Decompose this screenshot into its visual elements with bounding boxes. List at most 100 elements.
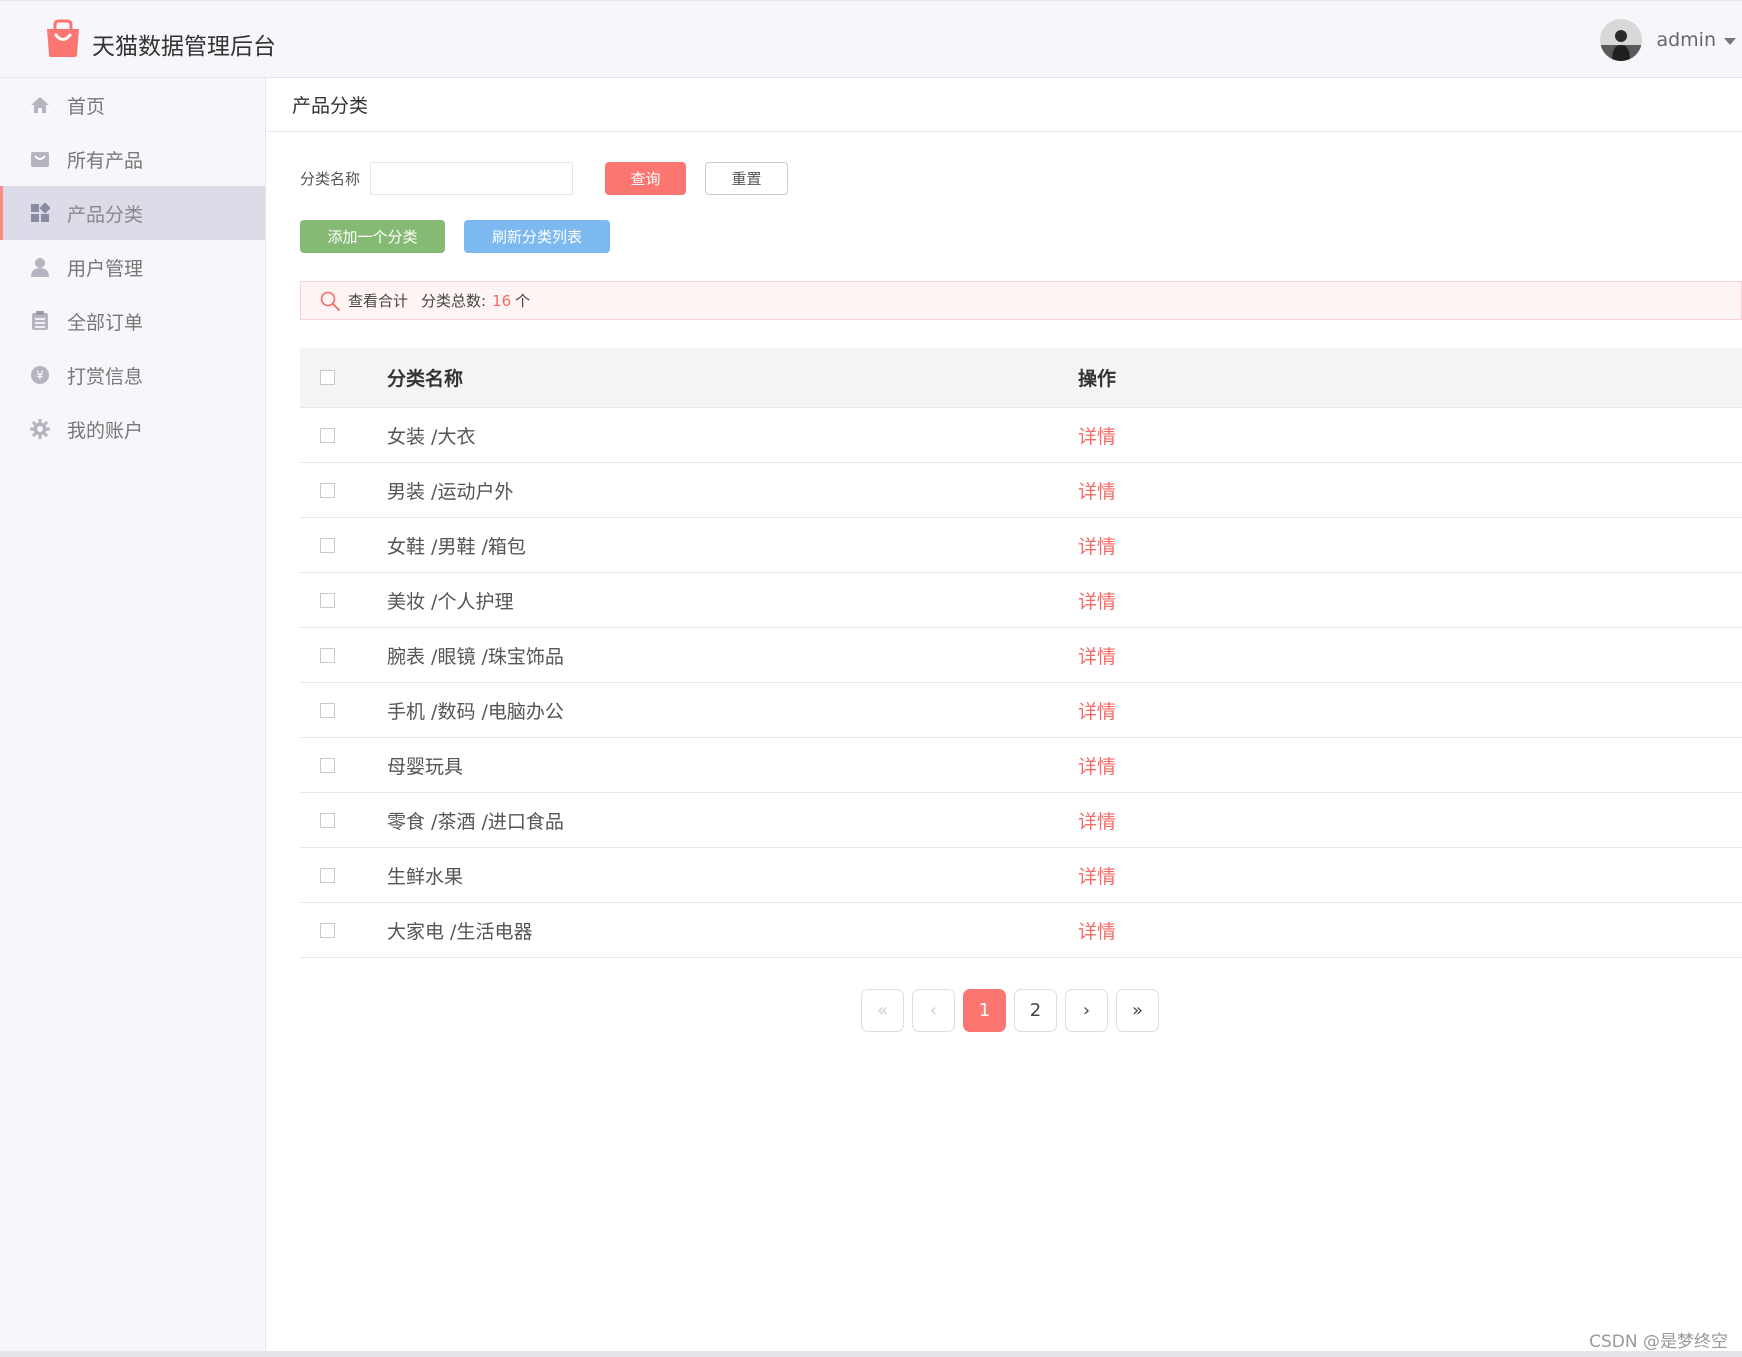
gear-icon	[29, 418, 51, 440]
table-row: 女装 /大衣 详情	[300, 408, 1742, 463]
column-header-name: 分类名称	[387, 368, 464, 390]
detail-link[interactable]: 详情	[1078, 756, 1116, 778]
table-row: 手机 /数码 /电脑办公 详情	[300, 683, 1742, 738]
user-menu[interactable]: admin	[1600, 19, 1736, 61]
bag-icon	[29, 148, 51, 170]
prev-page-button[interactable]: ‹	[912, 989, 955, 1032]
select-all-checkbox[interactable]	[320, 370, 335, 385]
table-row: 大家电 /生活电器 详情	[300, 903, 1742, 958]
category-name-cell: 美妆 /个人护理	[387, 590, 514, 613]
pagination: « ‹ 1 2 › »	[861, 989, 1167, 1032]
chevron-down-icon[interactable]	[1724, 37, 1736, 45]
sidebar-item-orders[interactable]: 全部订单	[0, 294, 265, 348]
sidebar-item-label: 全部订单	[67, 311, 144, 334]
total-label: 分类总数:	[421, 292, 487, 310]
row-checkbox[interactable]	[320, 867, 335, 883]
username[interactable]: admin	[1656, 29, 1716, 51]
table-row: 生鲜水果 详情	[300, 848, 1742, 903]
summary-label: 查看合计	[348, 292, 409, 310]
table-row: 女鞋 /男鞋 /箱包 详情	[300, 518, 1742, 573]
category-name-input[interactable]	[370, 161, 574, 195]
avatar[interactable]	[1600, 19, 1643, 61]
row-checkbox[interactable]	[320, 812, 335, 828]
sidebar-item-label: 用户管理	[67, 257, 144, 280]
detail-link[interactable]: 详情	[1078, 811, 1116, 833]
row-checkbox[interactable]	[320, 537, 335, 553]
main-content: 产品分类 分类名称 查询 重置 添加一个分类 刷新分类列表 查看合计 分类总数:…	[267, 78, 1742, 1351]
detail-link[interactable]: 详情	[1078, 536, 1116, 558]
refresh-list-button[interactable]: 刷新分类列表	[464, 220, 610, 253]
category-name-cell: 女装 /大衣	[387, 425, 476, 448]
row-checkbox[interactable]	[320, 482, 335, 498]
table-row: 腕表 /眼镜 /珠宝饰品 详情	[300, 628, 1742, 683]
reset-button[interactable]: 重置	[705, 161, 789, 195]
detail-link[interactable]: 详情	[1078, 701, 1116, 723]
row-checkbox[interactable]	[320, 592, 335, 608]
category-name-cell: 女鞋 /男鞋 /箱包	[387, 535, 526, 558]
detail-link[interactable]: 详情	[1078, 646, 1116, 668]
sidebar-item-home[interactable]: 首页	[0, 78, 265, 132]
table-row: 美妆 /个人护理 详情	[300, 573, 1742, 628]
row-checkbox[interactable]	[320, 427, 335, 443]
table-row: 母婴玩具 详情	[300, 738, 1742, 793]
top-header: 天猫数据管理后台 admin	[0, 0, 1742, 78]
page-button-2[interactable]: 2	[1014, 989, 1057, 1032]
shopping-bag-logo-icon	[47, 19, 79, 57]
sidebar-item-categories[interactable]: 产品分类	[0, 186, 265, 240]
breadcrumb: 产品分类	[267, 78, 1742, 132]
watermark: CSDN @是梦终空	[1589, 1332, 1728, 1352]
category-name-cell: 大家电 /生活电器	[387, 920, 533, 943]
category-name-cell: 母婴玩具	[387, 755, 464, 778]
category-name-cell: 零食 /茶酒 /进口食品	[387, 810, 564, 833]
category-table: 分类名称 操作 女装 /大衣 详情 男装 /运动户外 详情 女鞋 /男鞋 /箱包 详情 美妆…	[300, 348, 1742, 958]
table-row: 零食 /茶酒 /进口食品 详情	[300, 793, 1742, 848]
row-checkbox[interactable]	[320, 922, 335, 938]
last-page-button[interactable]: »	[1116, 989, 1159, 1032]
sidebar-item-rewards[interactable]: ¥ 打赏信息	[0, 348, 265, 402]
user-icon	[29, 256, 51, 278]
row-checkbox[interactable]	[320, 757, 335, 773]
yen-icon: ¥	[29, 364, 51, 386]
detail-link[interactable]: 详情	[1078, 426, 1116, 448]
sidebar-item-label: 打赏信息	[67, 365, 144, 388]
sidebar-item-label: 产品分类	[67, 203, 144, 226]
action-buttons: 添加一个分类 刷新分类列表	[300, 220, 610, 253]
add-category-button[interactable]: 添加一个分类	[300, 220, 445, 253]
next-page-button[interactable]: ›	[1065, 989, 1108, 1032]
svg-text:¥: ¥	[36, 369, 44, 383]
sidebar-item-label: 所有产品	[67, 149, 144, 172]
search-icon	[320, 291, 340, 311]
page-button-1[interactable]: 1	[963, 989, 1006, 1032]
category-count: 16	[492, 291, 512, 310]
detail-link[interactable]: 详情	[1078, 481, 1116, 503]
bottom-scrollbar	[0, 1351, 1742, 1357]
category-name-label: 分类名称	[300, 169, 361, 188]
home-icon	[29, 94, 51, 116]
category-name-cell: 生鲜水果	[387, 865, 464, 888]
row-checkbox[interactable]	[320, 647, 335, 663]
sidebar-item-products[interactable]: 所有产品	[0, 132, 265, 186]
table-body: 女装 /大衣 详情 男装 /运动户外 详情 女鞋 /男鞋 /箱包 详情 美妆 /个人护理 详情…	[300, 408, 1742, 958]
first-page-button[interactable]: «	[861, 989, 904, 1032]
category-name-cell: 手机 /数码 /电脑办公	[387, 700, 564, 723]
sidebar-item-users[interactable]: 用户管理	[0, 240, 265, 294]
sidebar-item-label: 我的账户	[67, 419, 144, 442]
query-button[interactable]: 查询	[605, 161, 687, 195]
detail-link[interactable]: 详情	[1078, 921, 1116, 943]
sidebar-item-account[interactable]: 我的账户	[0, 402, 265, 456]
order-icon	[29, 310, 51, 332]
row-checkbox[interactable]	[320, 702, 335, 718]
table-header: 分类名称 操作	[300, 348, 1742, 408]
sidebar: 首页 所有产品 产品分类 用户管理 全部订单 ¥ 打赏信息 我的账户	[0, 78, 266, 1351]
category-name-cell: 腕表 /眼镜 /珠宝饰品	[387, 645, 564, 668]
column-header-op: 操作	[1078, 368, 1117, 390]
app-title: 天猫数据管理后台	[92, 34, 276, 60]
detail-link[interactable]: 详情	[1078, 866, 1116, 888]
count-unit: 个	[515, 292, 531, 310]
table-row: 男装 /运动户外 详情	[300, 463, 1742, 518]
search-form: 分类名称 查询 重置	[300, 161, 789, 195]
category-icon	[29, 202, 51, 224]
category-name-cell: 男装 /运动户外	[387, 480, 514, 503]
summary-bar: 查看合计 分类总数: 16 个	[300, 281, 1742, 320]
detail-link[interactable]: 详情	[1078, 591, 1116, 613]
